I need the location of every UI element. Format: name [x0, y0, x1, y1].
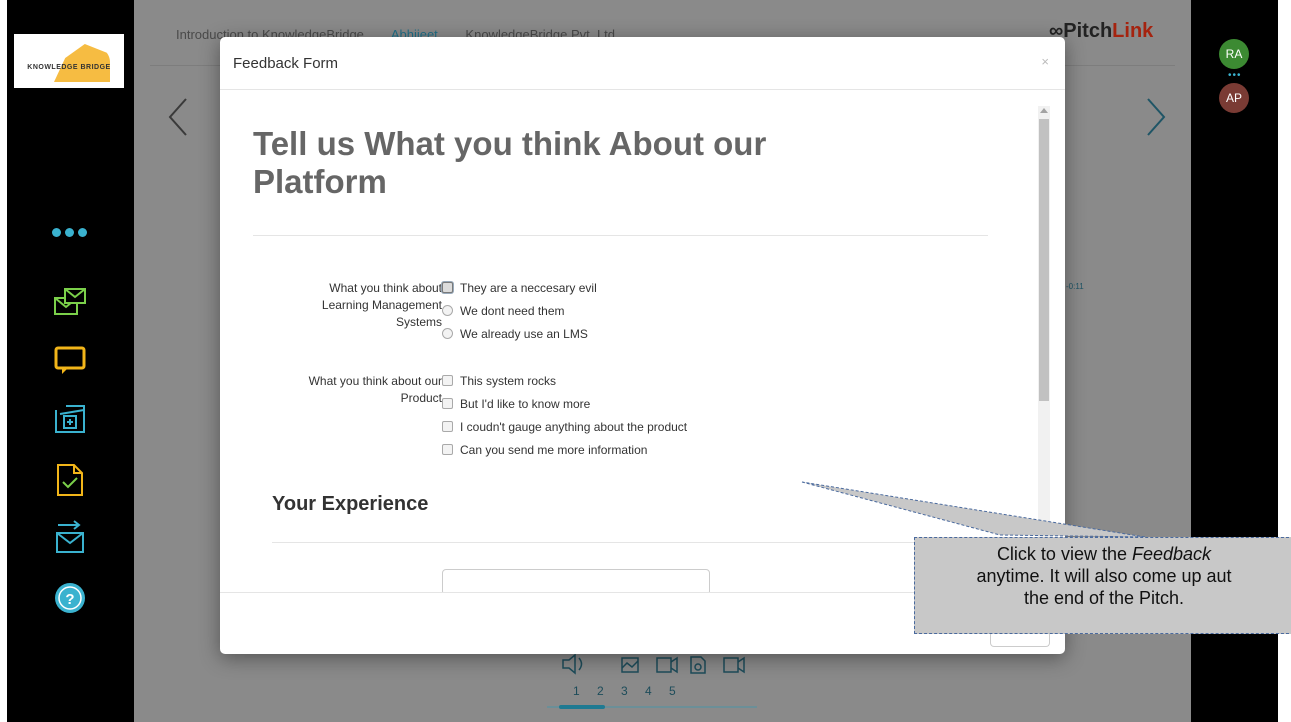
checkbox[interactable] — [442, 282, 453, 293]
option-couldnt-gauge[interactable]: I coudn't gauge anything about the produ… — [442, 419, 687, 436]
chat-icon[interactable] — [52, 342, 88, 378]
avatar-ap[interactable]: AP — [1219, 83, 1249, 113]
radio[interactable] — [442, 328, 453, 339]
option-dont-need[interactable]: We dont need them — [442, 303, 565, 320]
question-lms-label: What you think about Learning Management… — [321, 281, 442, 329]
checkbox[interactable] — [442, 398, 453, 409]
more-participants-icon[interactable]: ••• — [1228, 71, 1242, 81]
forward-email-icon[interactable] — [52, 520, 88, 556]
form-heading: Tell us What you think About our Platfor… — [253, 125, 767, 200]
option-already-use-lms[interactable]: We already use an LMS — [442, 326, 588, 343]
pitchlink-link-text: Link — [1112, 20, 1154, 42]
radio[interactable] — [442, 305, 453, 316]
add-folder-icon[interactable] — [52, 400, 88, 436]
slide-type-icons[interactable] — [559, 652, 769, 682]
option-label: This system rocks — [460, 374, 557, 388]
option-send-info[interactable]: Can you send me more information — [442, 442, 647, 459]
checkbox[interactable] — [442, 444, 453, 455]
document-check-icon[interactable] — [52, 462, 88, 498]
logo-text: KNOWLEDGE BRIDGE — [27, 64, 111, 71]
experience-input[interactable] — [442, 569, 710, 592]
share-email-icon[interactable] — [52, 286, 88, 322]
company-logo: KNOWLEDGE BRIDGE — [14, 34, 124, 88]
modal-header: Feedback Form × — [220, 37, 1065, 90]
previous-slide-icon[interactable] — [164, 95, 194, 139]
slide-numbers[interactable]: 1 2 3 4 5 — [573, 684, 676, 698]
section-divider — [272, 542, 988, 543]
section-title: Your Experience — [272, 493, 429, 515]
tooltip-emphasis: Feedback — [1131, 544, 1212, 564]
option-label: I coudn't gauge anything about the produ… — [460, 420, 688, 434]
help-icon[interactable]: ? — [52, 580, 88, 616]
menu-dots-icon[interactable] — [52, 224, 92, 237]
tooltip-line-1: Click to view the Feedback — [923, 543, 1285, 565]
help-tooltip: Click to view the Feedback anytime. It w… — [914, 537, 1291, 634]
left-sidebar: KNOWLEDGE BRIDGE ? — [7, 0, 134, 722]
option-label: Can you send me more information — [460, 443, 648, 457]
slide-progress-bar[interactable] — [547, 705, 757, 709]
question-product-label: What you think about our Product — [308, 374, 442, 405]
option-know-more[interactable]: But I'd like to know more — [442, 396, 590, 413]
slide-thumbnails: 1 2 3 4 5 — [559, 652, 769, 712]
option-necessary-evil[interactable]: They are a neccesary evil — [442, 280, 597, 297]
next-slide-icon[interactable] — [1140, 95, 1170, 139]
scroll-thumb[interactable] — [1039, 119, 1049, 401]
svg-text:?: ? — [65, 591, 74, 608]
tooltip-line-3: the end of the Pitch. — [1023, 588, 1185, 608]
close-icon[interactable]: × — [1041, 54, 1049, 69]
option-system-rocks[interactable]: This system rocks — [442, 373, 556, 390]
tooltip-line-2: anytime. It will also come up aut — [976, 566, 1232, 586]
option-label: We already use an LMS — [460, 327, 588, 341]
pitchlink-pitch-text: Pitch — [1063, 20, 1113, 42]
slide-progress-fill — [559, 705, 606, 709]
option-label: We dont need them — [460, 304, 565, 318]
checkbox[interactable] — [442, 421, 453, 432]
left-margin — [0, 0, 7, 722]
avatar-ra[interactable]: RA — [1219, 39, 1249, 69]
checkbox[interactable] — [442, 375, 453, 386]
time-remaining: -0:11 — [1066, 282, 1084, 291]
modal-title: Feedback Form — [233, 55, 339, 72]
heading-divider — [253, 235, 988, 236]
modal-body: Tell us What you think About our Platfor… — [220, 90, 1065, 592]
option-label: They are a neccesary evil — [460, 281, 597, 295]
modal-scrollbar[interactable] — [1038, 106, 1050, 592]
tooltip-line-1-text: Click to view the — [996, 544, 1132, 564]
scroll-up-arrow-icon[interactable] — [1040, 108, 1048, 113]
option-label: But I'd like to know more — [460, 397, 591, 411]
